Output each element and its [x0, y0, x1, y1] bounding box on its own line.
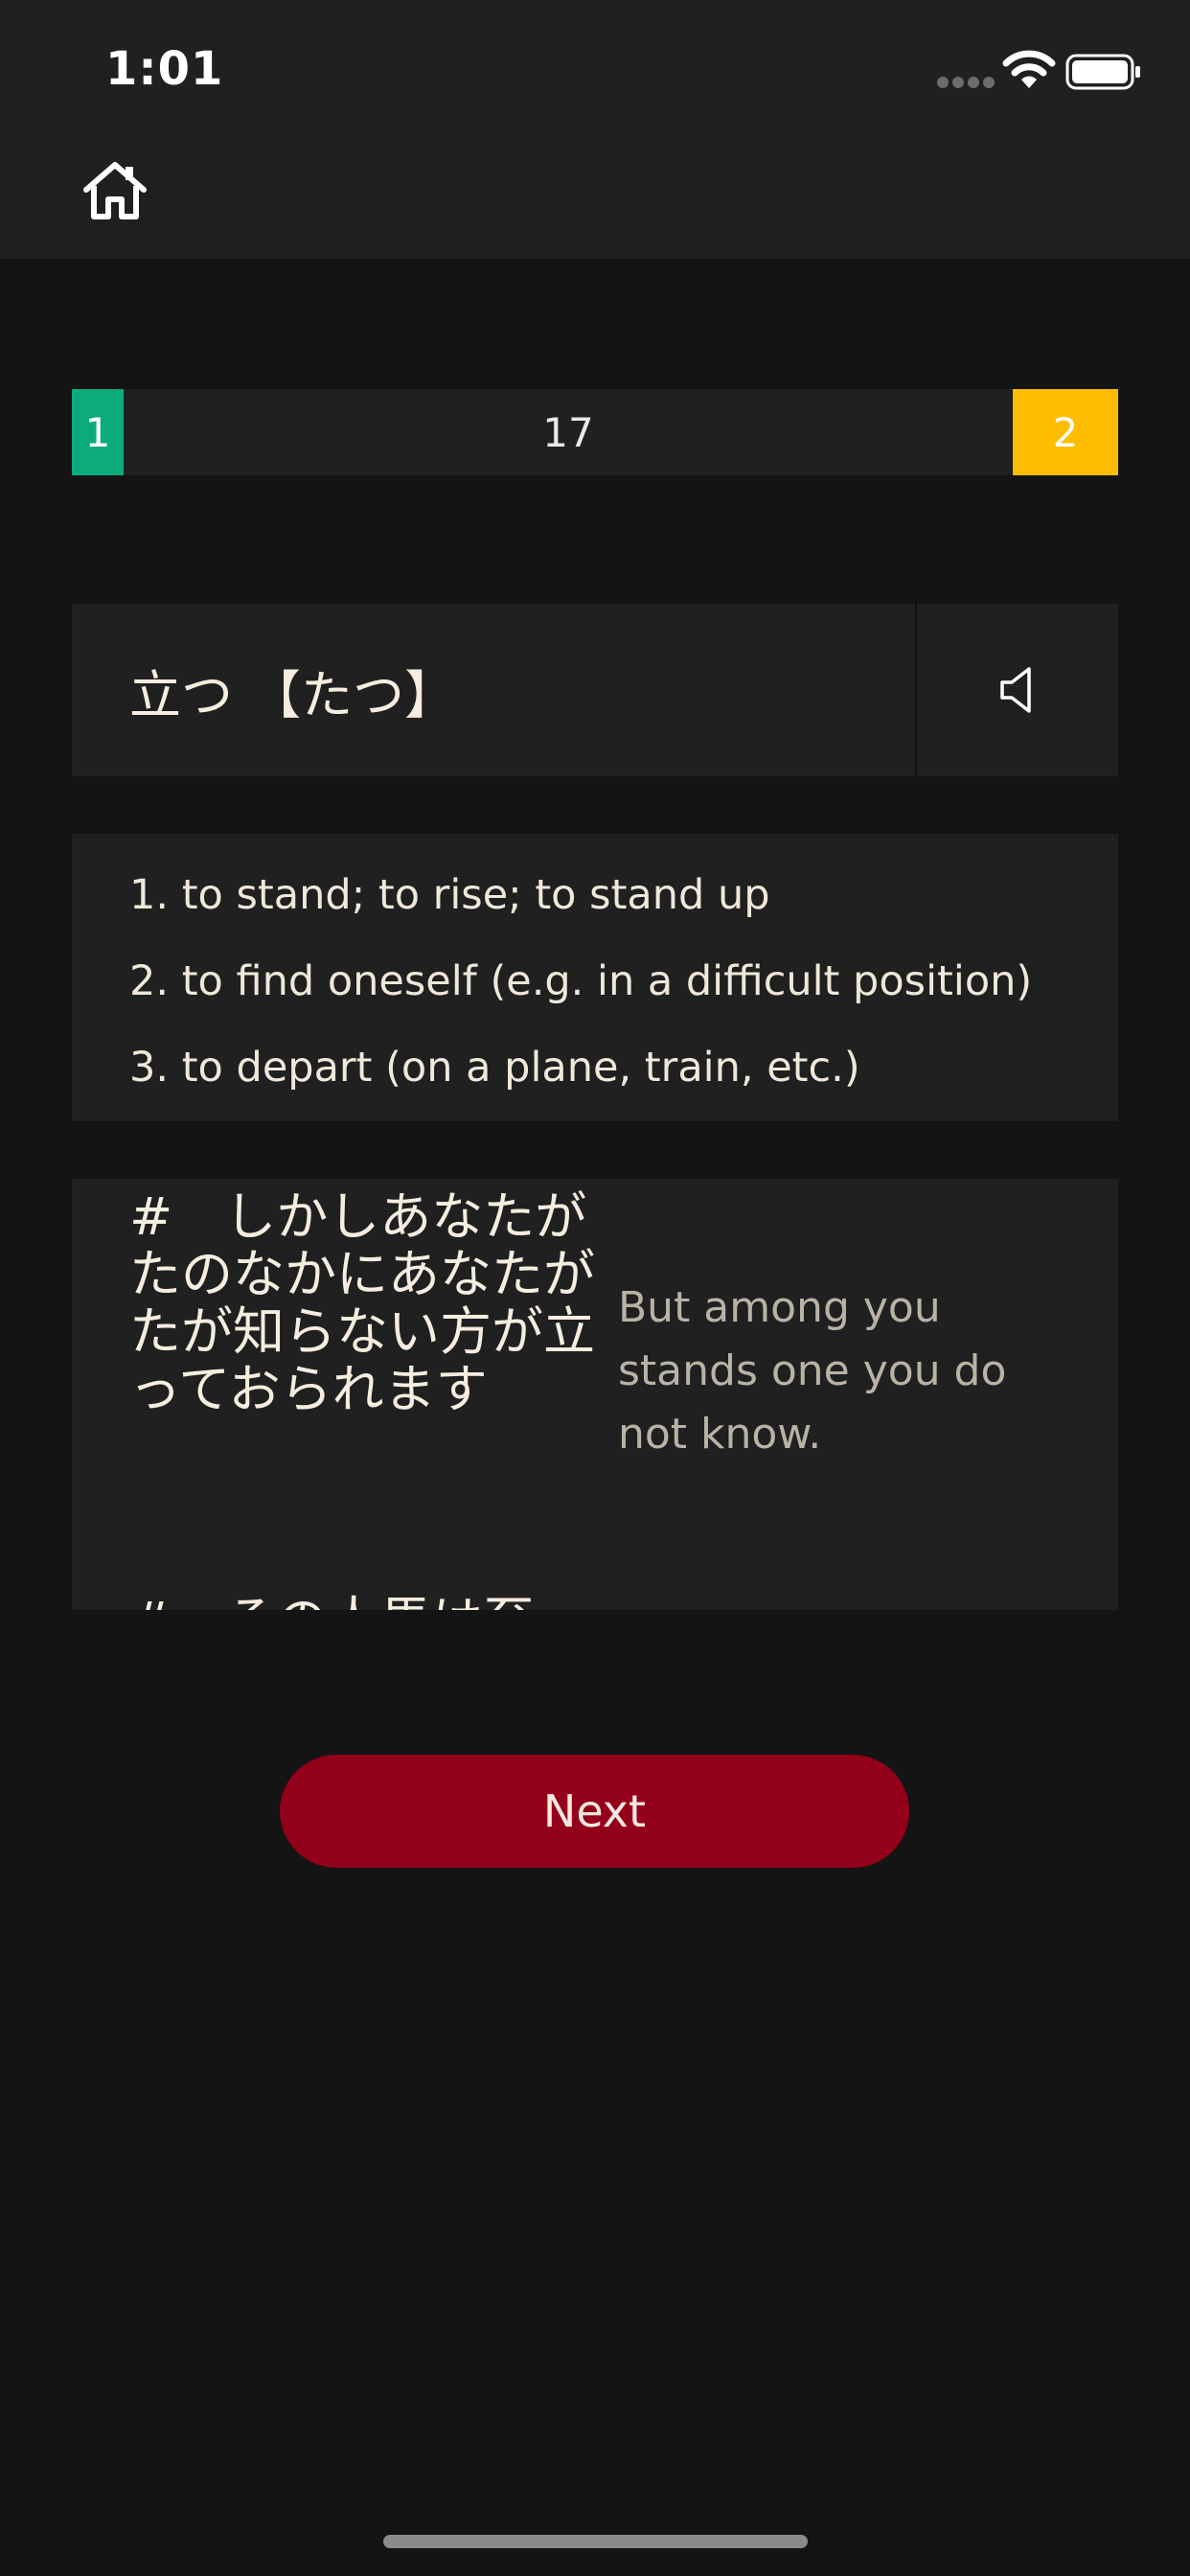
wifi-icon — [1002, 50, 1056, 88]
home-indicator — [383, 2535, 808, 2548]
speaker-icon — [1000, 667, 1031, 713]
word-card: 立つ 【たつ】 — [72, 604, 1118, 776]
play-audio-button[interactable] — [917, 604, 1118, 776]
vocab-word: 立つ 【たつ】 — [129, 664, 457, 725]
definitions-card[interactable]: 1. to stand; to rise; to stand up 2. to … — [72, 834, 1118, 1121]
example-japanese: # その人馬は至 — [129, 1593, 608, 1611]
example-english: But among you stands one you do not know… — [618, 1283, 1007, 1459]
definition-item: 3. to depart (on a plane, train, etc.) — [129, 1044, 860, 1092]
definition-item: 1. to stand; to rise; to stand up — [129, 871, 770, 919]
correct-count: 1 — [72, 389, 124, 475]
remaining-count: 17 — [542, 408, 594, 456]
home-button[interactable] — [80, 159, 149, 222]
example-japanese: # しかしあなたがたのなかにあなたがたが知らない方が立っておられます — [129, 1186, 595, 1419]
top-bar: 1:01 — [0, 0, 1190, 259]
definition-item: 2. to find oneself (e.g. in a difficult … — [129, 957, 1033, 1005]
definitions-list: 1. to stand; to rise; to stand up 2. to … — [129, 864, 1049, 1121]
status-time: 1:01 — [105, 42, 224, 96]
home-icon — [83, 162, 147, 219]
cellular-signal-icon — [937, 77, 995, 88]
examples-card[interactable]: # しかしあなたがたのなかにあなたがたが知らない方が立っておられます But a… — [72, 1179, 1118, 1610]
battery-icon — [1065, 54, 1140, 90]
screen: 1:01 1 17 2 立つ 【たつ】 1. to stand; to rise… — [0, 0, 1190, 2576]
progress-bar: 1 17 2 — [72, 389, 1118, 475]
incorrect-count: 2 — [1013, 389, 1118, 475]
next-button[interactable]: Next — [280, 1755, 909, 1868]
